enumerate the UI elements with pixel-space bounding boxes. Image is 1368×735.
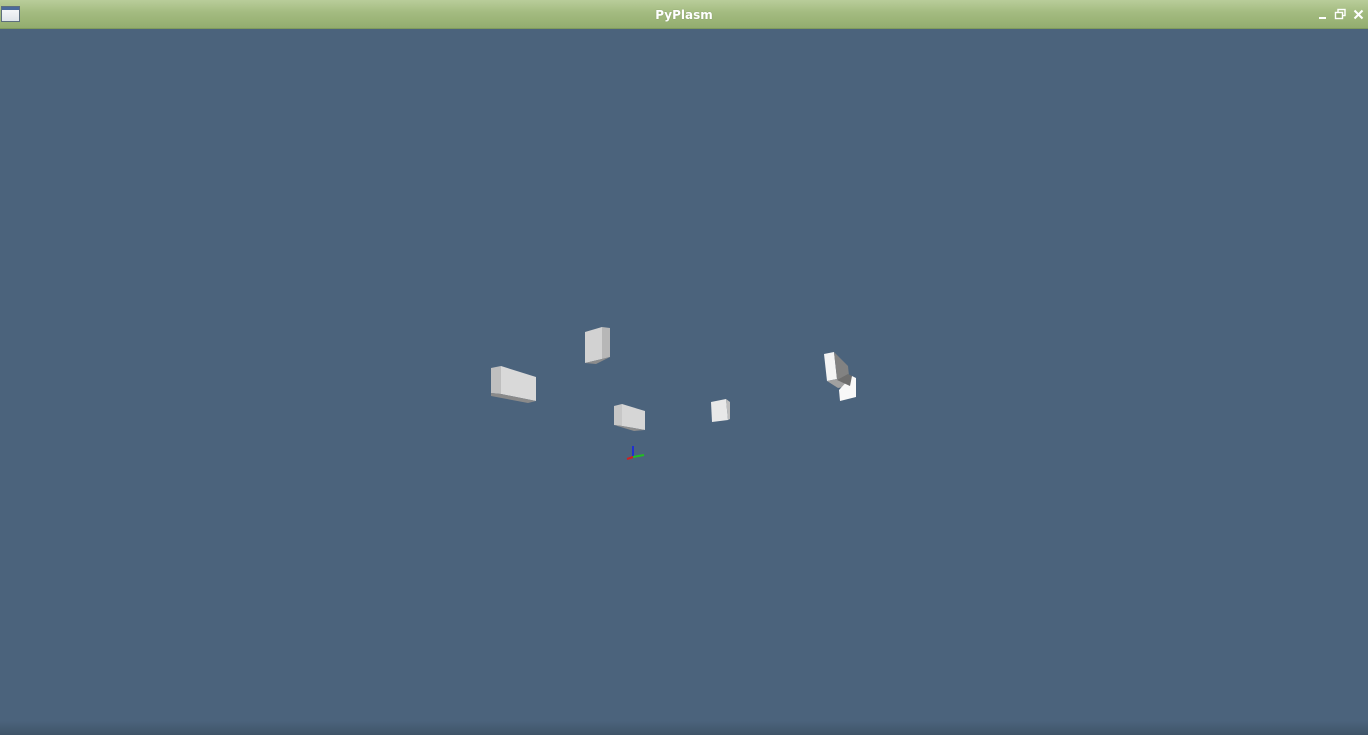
box-lower (614, 404, 645, 431)
minimize-button[interactable] (1316, 8, 1329, 21)
box-right (824, 352, 856, 401)
3d-viewport[interactable] (0, 29, 1368, 735)
title-bar[interactable]: PyPlasm (0, 0, 1368, 29)
box-left (491, 366, 536, 403)
restore-icon (1334, 8, 1346, 20)
close-icon (1353, 9, 1364, 20)
window-title: PyPlasm (655, 8, 713, 22)
window-icon[interactable] (1, 6, 20, 22)
viewport-bottom-shade (0, 721, 1368, 735)
box-upper (585, 327, 610, 364)
scene-canvas[interactable] (0, 29, 1368, 735)
restore-button[interactable] (1334, 8, 1347, 21)
minimize-icon (1319, 17, 1326, 19)
axes-gizmo (626, 446, 645, 460)
axis-y (632, 454, 645, 458)
pyplasm-window: PyPlasm (0, 0, 1368, 735)
close-button[interactable] (1352, 8, 1365, 21)
axis-x (626, 456, 634, 460)
box-small (711, 399, 730, 422)
